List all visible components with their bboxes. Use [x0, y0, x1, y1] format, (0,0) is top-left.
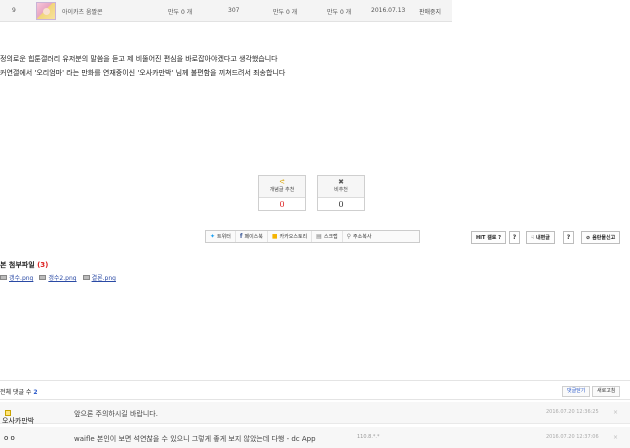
attachment-file-name: 갱수.png [9, 275, 34, 282]
attachment-file[interactable]: 갱수2.png [39, 273, 77, 282]
attachments-list: 갱수.png 갱수2.png 결론.png [0, 273, 116, 282]
report-label: 음란물신고 [592, 235, 616, 241]
post-body-line-2: 커연갤에서 '오리엄마' 라는 만화를 연재중이신 '오사카만박' 님께 불편함… [0, 69, 286, 77]
copy-url-label: 주소복사 [353, 234, 372, 240]
copy-url-button[interactable]: ⚲ 주소복사 [343, 231, 376, 242]
share-twitter-button[interactable]: ✦ 트위터 [206, 231, 236, 242]
recommend-help-button[interactable]: ? [563, 231, 574, 244]
comment-author-name: 오사카만박 [2, 417, 35, 425]
twitter-icon: ✦ [210, 233, 216, 240]
recommend-post-button[interactable]: ☟ 내편글 [526, 231, 555, 244]
post-body-line-1: 정의로운 힙툰갤러리 유저분의 말씀을 듣고 제 비뚤어진 편심을 바로잡아야겠… [0, 55, 278, 63]
not-recommend-count: 0 [338, 200, 344, 209]
post-list-row[interactable]: 9 아이카츠 움짤콘 만두 0 개 307 만두 0 개 만두 0 개 2016… [0, 0, 452, 22]
comments-total: 전체 댓글 수 2 [0, 387, 38, 396]
post-author[interactable]: 아이카츠 움짤콘 [62, 7, 103, 16]
file-icon [82, 275, 90, 280]
post-status: 판매중지 [419, 9, 442, 16]
post-views: 307 [228, 7, 240, 14]
close-comments-button[interactable]: 댓글닫기 [562, 386, 591, 397]
comment-row: o o waifle 본인이 보면 석연찮을 수 있으니 그렇게 좋게 보지 않… [0, 427, 630, 448]
delete-comment-icon[interactable]: × [613, 434, 618, 441]
hit-help-button[interactable]: ? [509, 231, 520, 244]
refresh-comments-button[interactable]: 새로고침 [592, 386, 621, 397]
share-bar: ✦ 트위터 f 페이스북 ■ 카카오스토리 ▤ 스크랩 ⚲ 주소복사 [205, 230, 420, 243]
comment-date: 2016.07.20 12:36:25 [546, 409, 599, 415]
link-icon: ⚲ [346, 233, 352, 240]
share-twitter-label: 트위터 [217, 234, 231, 240]
comment-ip: 110.8.*.* [357, 434, 380, 440]
thumb-icon: ☟ [531, 234, 535, 241]
not-recommend-label: 비추천 [334, 187, 348, 193]
comment-text: 앞으론 주의하시길 바랍니다. [74, 410, 158, 418]
share-kakaostory-button[interactable]: ■ 카카오스토리 [268, 231, 313, 242]
post-col6: 만두 0 개 [327, 9, 352, 16]
recommend-post-label: 내편글 [536, 235, 550, 241]
hit-gallery-button[interactable]: HIT 갤로 ? [471, 231, 507, 244]
recommend-button[interactable]: ᕙ 개념글 추천 0 [258, 175, 306, 211]
avatar-image [36, 2, 56, 20]
comment-text: waifle 본인이 보면 석연찮을 수 있으니 그렇게 좋게 보지 않았는데 … [74, 435, 316, 443]
share-facebook-label: 페이스북 [244, 234, 263, 240]
comments-total-label: 전체 댓글 수 [0, 389, 32, 396]
kakaostory-icon: ■ [271, 233, 278, 240]
recommend-count: 0 [279, 200, 285, 209]
attachment-file[interactable]: 결론.png [82, 273, 116, 282]
post-number: 9 [12, 7, 16, 14]
post-body: 정의로운 힙툰갤러리 유저분의 말씀을 듣고 제 비뚤어진 편심을 바로잡아야겠… [0, 52, 285, 80]
attachment-file-name: 갱수2.png [48, 275, 77, 282]
report-button[interactable]: ⊘ 음란물신고 [581, 231, 621, 244]
delete-comment-icon[interactable]: × [613, 409, 618, 416]
recommend-icon: ᕙ [279, 178, 285, 186]
scrap-label: 스크랩 [323, 234, 338, 240]
not-recommend-icon: ✖ [338, 178, 344, 186]
recommend-label: 개념글 추천 [269, 187, 295, 193]
hit-gallery-label: HIT 갤로 ? [476, 235, 502, 241]
scrap-icon: ▤ [316, 233, 322, 240]
attachments-title: 본 첨부파일 (3) [0, 260, 48, 270]
post-votes: 만두 0 개 [168, 9, 193, 16]
facebook-icon: f [239, 233, 243, 240]
no-entry-icon: ⊘ [586, 234, 591, 241]
comment-author[interactable]: o o [4, 434, 15, 442]
comment-row: 오사카만박 앞으론 주의하시길 바랍니다. 2016.07.20 12:36:2… [0, 402, 630, 425]
post-date: 2016.07.13 [371, 7, 406, 14]
comment-author[interactable]: 오사카만박 [2, 409, 34, 425]
attachment-file-name: 결론.png [91, 275, 116, 282]
comment-date: 2016.07.20 12:37:06 [546, 434, 599, 440]
scrap-button[interactable]: ▤ 스크랩 [312, 231, 343, 242]
file-icon [0, 275, 7, 280]
share-facebook-button[interactable]: f 페이스북 [236, 231, 268, 242]
attachments-count: (3) [37, 261, 49, 269]
attachments-label: 본 첨부파일 [0, 261, 35, 269]
file-icon [39, 275, 47, 280]
comments-header: 전체 댓글 수 2 댓글닫기 새로고침 [0, 380, 630, 400]
attachment-file[interactable]: 갱수.png [0, 273, 33, 282]
share-kakaostory-label: 카카오스토리 [279, 234, 308, 240]
comments-total-count: 2 [33, 389, 38, 396]
not-recommend-button[interactable]: ✖ 비추천 0 [317, 175, 365, 211]
post-col5: 만두 0 개 [273, 9, 298, 16]
